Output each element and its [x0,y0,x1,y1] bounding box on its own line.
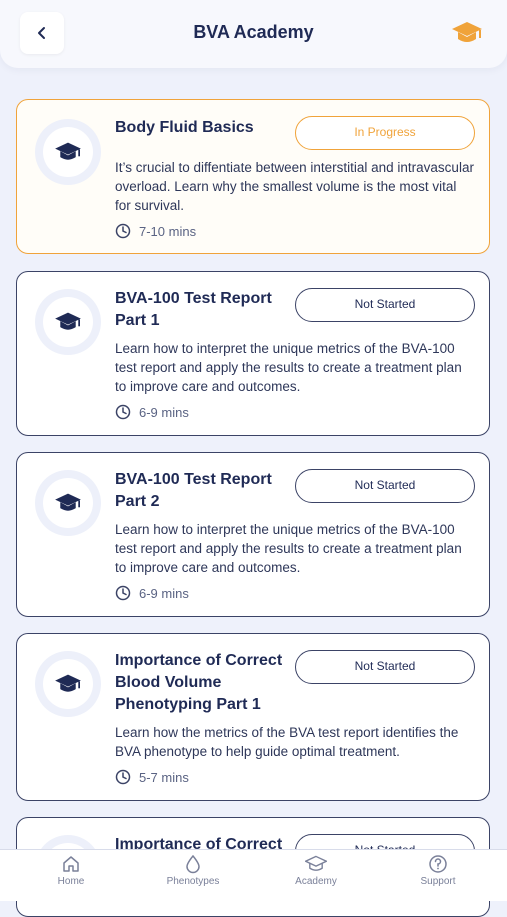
graduation-cap-icon [55,493,81,511]
duration-label: 5-7 mins [139,769,189,785]
tab-label: Home [57,876,85,887]
course-description: It’s crucial to diffentiate between inte… [115,160,474,213]
graduation-cap-icon [55,674,81,692]
clock-icon [115,404,131,420]
graduation-cap-icon [305,855,327,871]
status-badge: Not Started [295,288,475,322]
course-title: Importance of Correct Blood Volume Pheno… [115,652,283,713]
course-title: BVA-100 Test Report Part 1 [115,290,272,329]
duration-label: 7-10 mins [139,223,197,239]
course-card[interactable]: BVA-100 Test Report Part 1 Not Started L… [16,271,490,436]
clock-icon [115,223,131,239]
bottom-tab-bar: Home Phenotypes Academy Support [0,849,507,901]
status-badge: Not Started [295,469,475,503]
page-title: BVA Academy [193,22,314,42]
app-header: BVA Academy [0,0,507,68]
tab-home[interactable]: Home [21,854,121,887]
course-icon-badge [35,651,101,717]
help-circle-icon [429,855,447,873]
course-title: Body Fluid Basics [115,119,254,136]
duration-label: 6-9 mins [139,404,189,420]
duration-label: 6-9 mins [139,585,189,601]
tab-support[interactable]: Support [388,854,488,887]
tab-label: Support [420,876,456,887]
tab-phenotypes[interactable]: Phenotypes [143,854,243,887]
course-icon-badge [35,289,101,355]
course-description: Learn how the metrics of the BVA test re… [115,725,459,759]
course-card[interactable]: Importance of Correct Blood Volume Pheno… [16,633,490,801]
tab-label: Academy [295,876,337,887]
course-card[interactable]: Body Fluid Basics In Progress It’s cruci… [16,99,490,254]
course-duration: 7-10 mins [115,223,196,239]
graduation-cap-icon [55,142,81,160]
clock-icon [115,769,131,785]
graduation-cap-icon [55,312,81,330]
course-icon-badge [35,119,101,185]
course-duration: 6-9 mins [115,585,189,601]
tab-label: Phenotypes [166,876,220,887]
graduation-cap-icon[interactable] [451,19,483,52]
course-card[interactable]: BVA-100 Test Report Part 2 Not Started L… [16,452,490,617]
course-icon-badge [35,470,101,536]
tab-academy[interactable]: Academy [266,854,366,887]
course-title: BVA-100 Test Report Part 2 [115,471,272,510]
course-duration: 5-7 mins [115,769,189,785]
course-description: Learn how to interpret the unique metric… [115,522,462,575]
course-description: Learn how to interpret the unique metric… [115,341,462,394]
status-badge: In Progress [295,116,475,150]
droplet-icon [186,854,200,874]
course-duration: 6-9 mins [115,404,189,420]
home-icon [63,856,79,872]
status-badge: Not Started [295,650,475,684]
clock-icon [115,585,131,601]
